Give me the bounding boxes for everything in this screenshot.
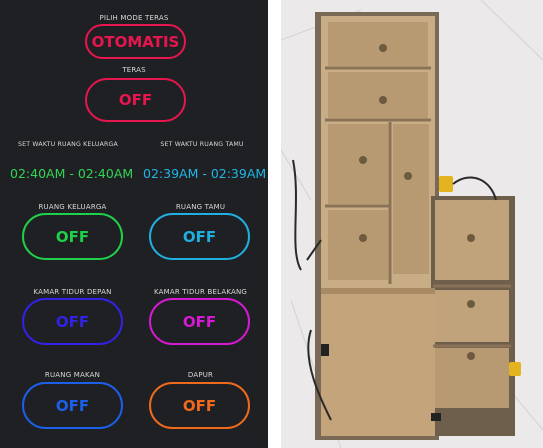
room-label-ruang-keluarga: RUANG KELUARGA <box>38 203 107 211</box>
ruang-tamu-toggle-button[interactable]: OFF <box>149 213 250 260</box>
kamar-tidur-belakang-toggle-button[interactable]: OFF <box>149 298 250 345</box>
mode-label: PILIH MODE TERAS <box>99 14 169 22</box>
teras-toggle-button[interactable]: OFF <box>85 78 186 122</box>
room-label-kamar-tidur-depan: KAMAR TIDUR DEPAN <box>33 288 112 296</box>
cardboard-house-model-illustration <box>281 0 543 448</box>
cardboard-house-model-photo <box>281 0 543 448</box>
room-label-dapur: DAPUR <box>187 371 214 379</box>
time-tamu-label: SET WAKTU RUANG TAMU <box>160 141 244 148</box>
ruang-keluarga-toggle-button[interactable]: OFF <box>22 213 123 260</box>
room-label-kamar-tidur-belakang: KAMAR TIDUR BELAKANG <box>153 288 248 296</box>
mode-toggle-button[interactable]: OTOMATIS <box>85 24 186 59</box>
time-keluarga-value[interactable]: 02:40AM - 02:40AM <box>10 166 133 181</box>
kamar-tidur-depan-toggle-button[interactable]: OFF <box>22 298 123 345</box>
time-keluarga-label: SET WAKTU RUANG KELUARGA <box>18 141 118 148</box>
teras-label: TERAS <box>122 66 146 74</box>
time-tamu-value[interactable]: 02:39AM - 02:39AM <box>143 166 266 181</box>
smart-home-app-screen: PILIH MODE TERAS OTOMATIS TERAS OFF SET … <box>0 0 268 448</box>
room-label-ruang-makan: RUANG MAKAN <box>44 371 101 379</box>
ruang-makan-toggle-button[interactable]: OFF <box>22 382 123 429</box>
room-label-ruang-tamu: RUANG TAMU <box>175 203 226 211</box>
dapur-toggle-button[interactable]: OFF <box>149 382 250 429</box>
